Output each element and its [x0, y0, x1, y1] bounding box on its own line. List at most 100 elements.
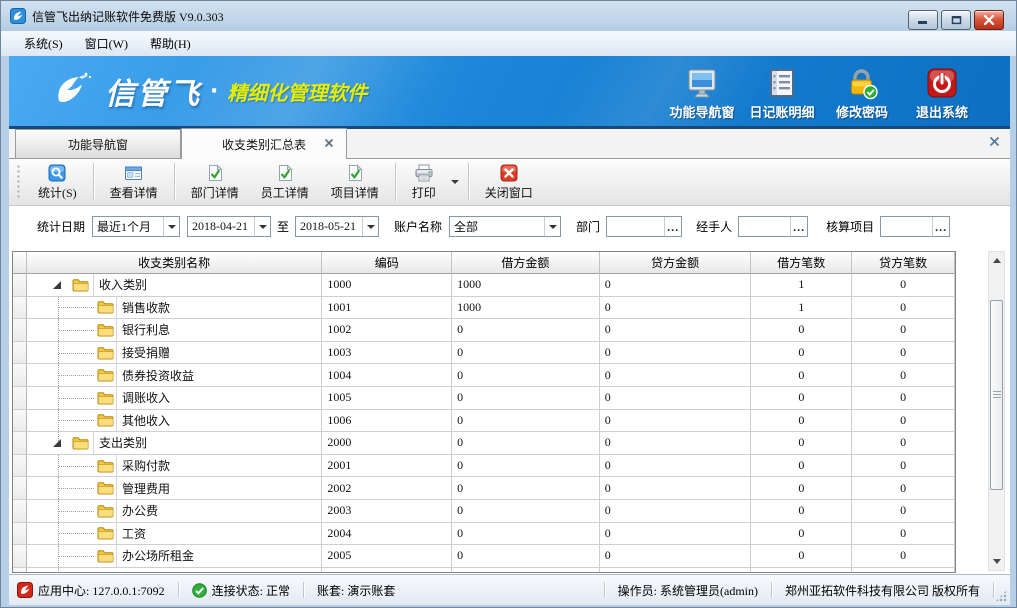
project-label: 核算项目	[826, 218, 874, 235]
column-header-5[interactable]: 贷方笔数	[852, 252, 955, 274]
credit-amount-cell: 0	[600, 545, 752, 568]
toolbar-button-label: 统计(S)	[38, 184, 77, 201]
status-bar: 应用中心: 127.0.0.1:7092 连接状态: 正常 账套: 演示账套 操…	[9, 574, 1010, 605]
project-browse-icon[interactable]: …	[932, 217, 949, 236]
table-row[interactable]: 支出类别20000000	[13, 432, 955, 455]
toolbar-button-label: 部门详情	[191, 184, 239, 201]
category-name-cell: 销售收款	[27, 297, 322, 320]
table-row[interactable]: 办公费20030000	[13, 500, 955, 523]
toolbar-grip[interactable]	[16, 164, 21, 200]
table-row[interactable]: 其他收入10060000	[13, 410, 955, 433]
account-label: 账户名称	[394, 218, 442, 235]
column-header-4[interactable]: 借方笔数	[751, 252, 852, 274]
menu-item-0[interactable]: 系统(S)	[13, 33, 74, 54]
header-button-0[interactable]: 功能导航窗	[662, 64, 742, 121]
resize-grip[interactable]	[995, 590, 1007, 602]
dropdown-arrow-icon[interactable]	[163, 217, 179, 236]
brand-slogan: 精细化管理软件	[227, 77, 367, 106]
project-input[interactable]: …	[880, 216, 950, 237]
vertical-scrollbar[interactable]	[988, 251, 1005, 571]
table-row[interactable]: 工资20040000	[13, 523, 955, 546]
tree-line	[59, 307, 94, 308]
table-row[interactable]: 办公场所租金20050000	[13, 545, 955, 568]
toolbar-button-3[interactable]: 员工详情	[250, 160, 320, 204]
toolbar-button-label: 打印	[412, 184, 436, 201]
row-indicator	[13, 477, 27, 500]
tab-income-expense-summary[interactable]: 收支类别汇总表	[181, 128, 347, 159]
date-to-select[interactable]: 2018-05-21	[295, 216, 379, 237]
department-input[interactable]: …	[606, 216, 682, 237]
toolbar-button-2[interactable]: 部门详情	[180, 160, 250, 204]
handler-browse-icon[interactable]: …	[790, 217, 807, 236]
folder-icon	[97, 346, 114, 360]
table-row[interactable]: 采购付款20010000	[13, 455, 955, 478]
row-indicator	[13, 523, 27, 546]
table-row[interactable]: 收入类别10001000010	[13, 274, 955, 297]
row-indicator	[13, 545, 27, 568]
scroll-up-icon[interactable]	[990, 253, 1003, 268]
close-button[interactable]	[974, 10, 1004, 30]
toolbar-button-1[interactable]: 查看详情	[99, 160, 169, 204]
department-browse-icon[interactable]: …	[664, 217, 681, 236]
menu-item-2[interactable]: 帮助(H)	[139, 33, 202, 54]
header-button-2[interactable]: 修改密码	[822, 64, 902, 121]
column-header-0[interactable]: 收支类别名称	[27, 252, 322, 274]
header-button-1[interactable]: 日记账明细	[742, 64, 822, 121]
toolbar-button-5[interactable]: 打印	[401, 160, 447, 204]
print-dropdown-caret[interactable]	[447, 162, 463, 202]
check-page-icon	[206, 163, 224, 183]
status-connection: 连接状态: 正常	[212, 582, 290, 599]
code-cell: 1006	[322, 410, 452, 433]
expand-collapse-icon[interactable]	[52, 280, 62, 290]
category-name: 办公费	[116, 500, 321, 522]
tab-label: 收支类别汇总表	[222, 136, 306, 153]
check-page-icon	[276, 163, 294, 183]
menu-item-1[interactable]: 窗口(W)	[74, 33, 139, 54]
scroll-down-icon[interactable]	[990, 554, 1003, 569]
maximize-button[interactable]	[941, 10, 971, 30]
row-indicator	[13, 297, 27, 320]
category-name-cell: 办公场所租金	[27, 545, 322, 568]
account-select[interactable]: 全部	[449, 216, 561, 237]
table-row[interactable]: 银行利息10020000	[13, 319, 955, 342]
category-name: 管理费用	[116, 477, 321, 499]
table-row[interactable]: 接受捐赠10030000	[13, 342, 955, 365]
scrollbar-thumb[interactable]	[990, 300, 1003, 490]
debit-amount-cell: 0	[452, 477, 600, 500]
header-button-3[interactable]: 退出系统	[902, 64, 982, 121]
credit-count-cell: 0	[852, 319, 955, 342]
table-row[interactable]: 管理费用20020000	[13, 477, 955, 500]
toolbar-separator	[468, 163, 469, 201]
column-header-2[interactable]: 借方金额	[452, 252, 600, 274]
toolbar-button-6[interactable]: 关闭窗口	[474, 160, 544, 204]
toolbar: 统计(S) 查看详情部门详情员工详情项目详情打印 关闭窗口	[9, 159, 1010, 206]
banner: 信管飞 · 精细化管理软件 功能导航窗日记账明细修改密码退出系统	[9, 56, 1010, 126]
credit-amount-cell: 0	[600, 410, 752, 433]
expand-collapse-icon[interactable]	[52, 438, 62, 448]
folder-icon	[72, 278, 89, 292]
dropdown-arrow-icon[interactable]	[254, 217, 270, 236]
table-row[interactable]: 调账收入10050000	[13, 387, 955, 410]
date-from-select[interactable]: 2018-04-21	[187, 216, 271, 237]
tabstrip-close-icon[interactable]	[989, 136, 1000, 147]
category-name-cell: 调账收入	[27, 387, 322, 410]
handler-input[interactable]: …	[738, 216, 808, 237]
code-cell: 2002	[322, 477, 452, 500]
column-header-3[interactable]: 贷方金额	[600, 252, 752, 274]
minimize-button[interactable]	[908, 10, 938, 30]
credit-count-cell: 0	[852, 387, 955, 410]
table-row[interactable]: 销售收款10011000010	[13, 297, 955, 320]
tab-nav-window[interactable]: 功能导航窗	[15, 129, 181, 158]
connection-ok-icon	[192, 583, 207, 598]
tab-close-icon[interactable]	[324, 138, 334, 148]
dropdown-arrow-icon[interactable]	[362, 217, 378, 236]
toolbar-button-4[interactable]: 项目详情	[320, 160, 390, 204]
date-range-select[interactable]: 最近1个月	[92, 216, 180, 237]
toolbar-button-0[interactable]: 统计(S)	[27, 160, 88, 204]
code-cell: 1005	[322, 387, 452, 410]
table-row[interactable]: 债券投资收益10040000	[13, 364, 955, 387]
dropdown-arrow-icon[interactable]	[544, 217, 560, 236]
category-name-cell: 采购付款	[27, 455, 322, 478]
column-header-1[interactable]: 编码	[322, 252, 452, 274]
folder-icon	[72, 436, 89, 450]
